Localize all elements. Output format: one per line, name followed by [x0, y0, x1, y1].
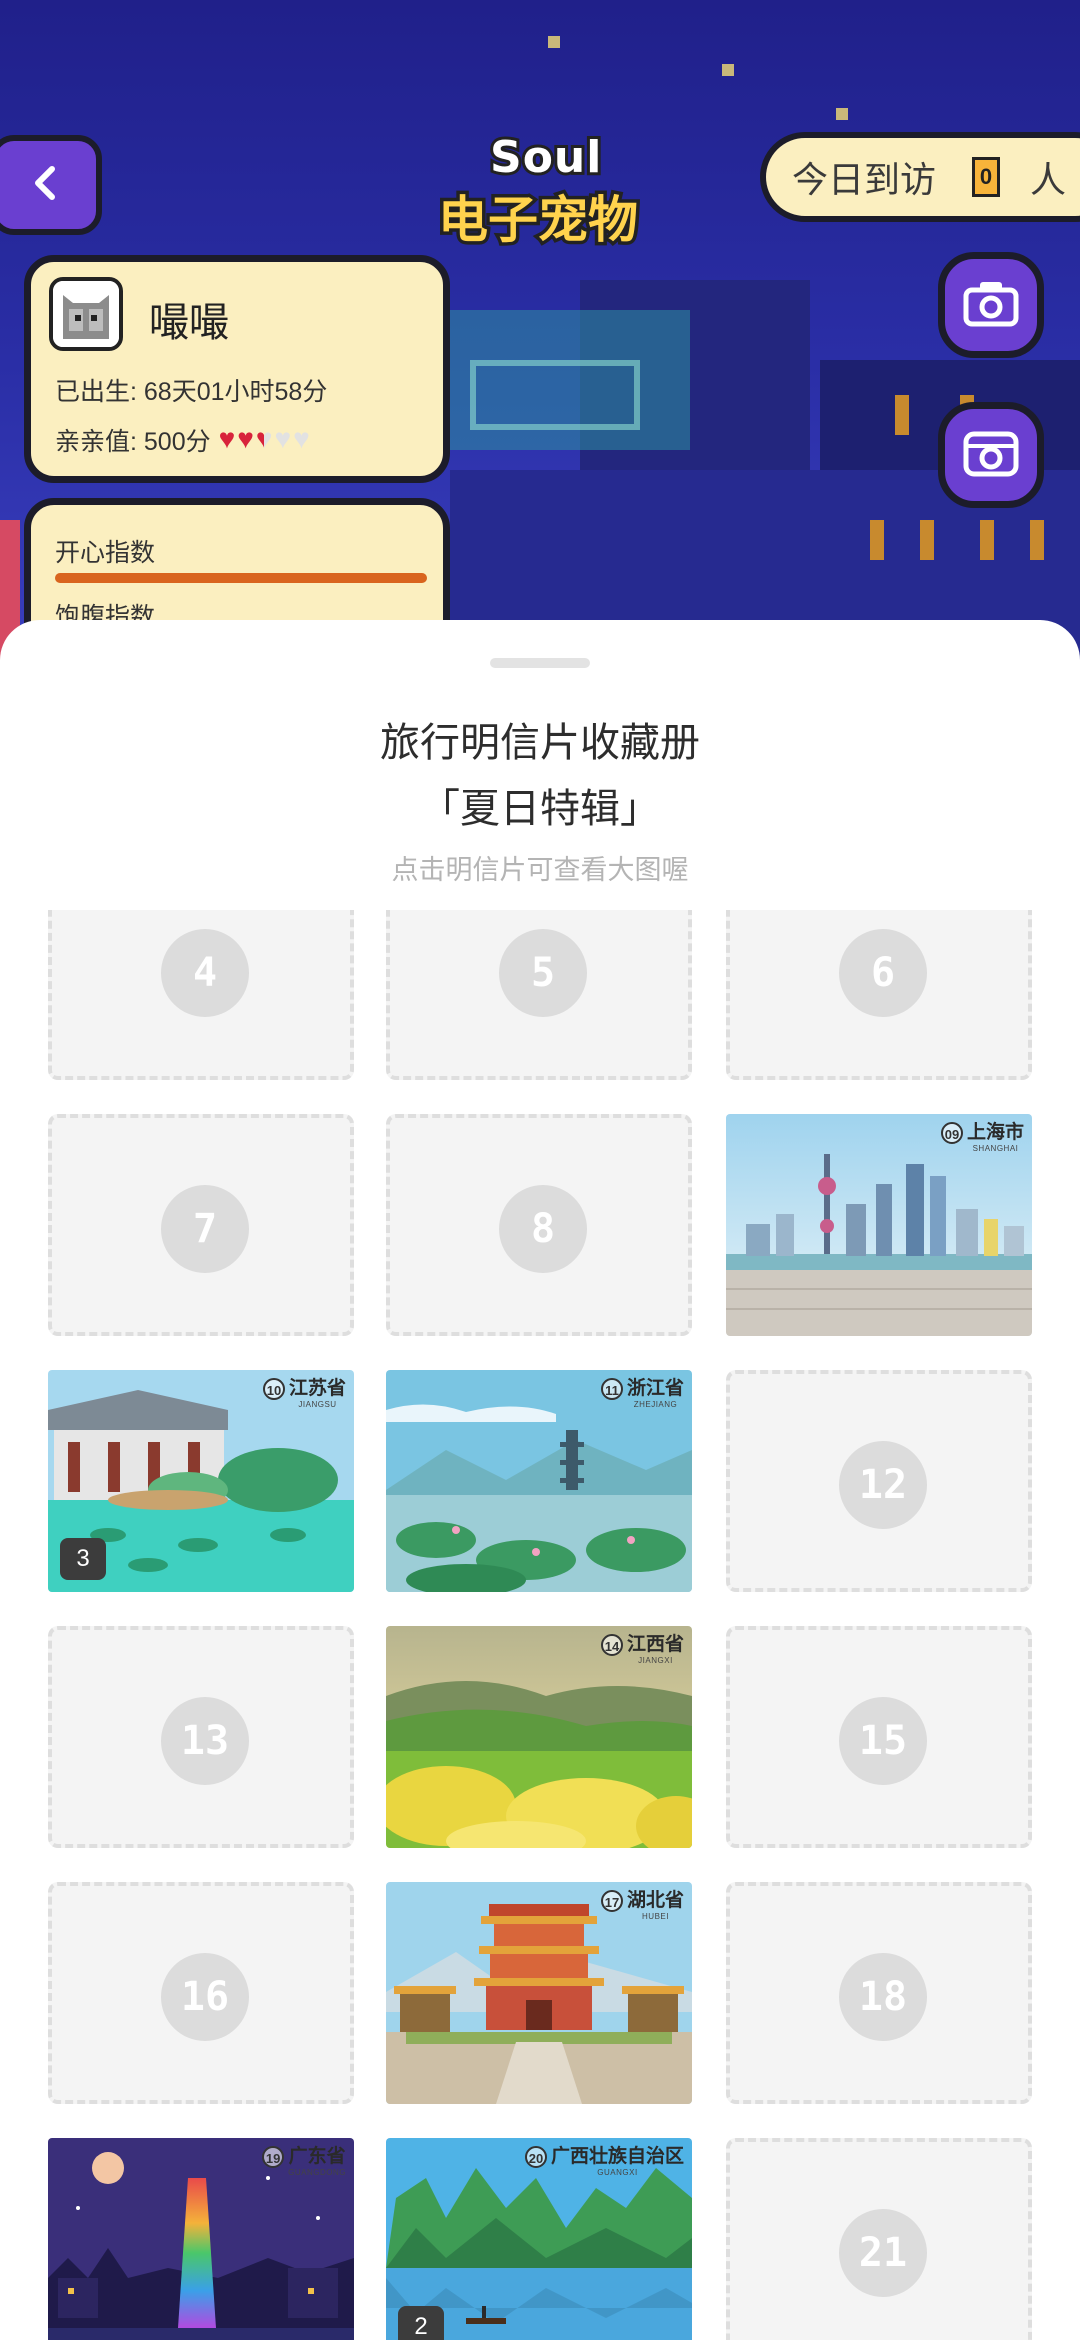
postcard-location-name: 上海市 — [966, 1122, 1024, 1143]
postcard-location-tag: 10 江苏省 JIANGSU — [262, 1378, 346, 1409]
postcard-location-name: 广东省 — [288, 2146, 346, 2167]
postcard-number: 6 — [839, 929, 927, 1017]
camera-button[interactable] — [938, 252, 1044, 358]
postcard-location-name: 江西省 — [626, 1634, 684, 1655]
heart-icon: ♥ — [274, 422, 292, 454]
postcard-number: 10 — [262, 1378, 285, 1400]
postcard-shanghai[interactable]: 09 上海市 SHANGHAI — [726, 1114, 1032, 1336]
postcard-location-tag: 20 广西壮族自治区 GUANGXI — [524, 2146, 684, 2177]
soul-pet-logo: Soul 电子宠物 — [435, 129, 648, 253]
postcard-location-en: GUANGDONG — [288, 2168, 346, 2177]
postcard-number: 4 — [161, 929, 249, 1017]
postcard-location-en: SHANGHAI — [972, 1144, 1019, 1153]
pet-name: 嘬嘬 — [149, 301, 229, 345]
postcard-location-name: 江苏省 — [288, 1378, 346, 1399]
sheet-drag-handle[interactable] — [490, 658, 590, 668]
postcard-number: 12 — [839, 1441, 927, 1529]
sheet-hint: 点击明信片可查看大图喔 — [391, 855, 689, 885]
visitor-count: 0 — [972, 157, 1001, 197]
back-button[interactable] — [0, 135, 102, 235]
pet-affinity: 亲亲值: 500分 ♥♥♥♥♥ — [55, 422, 310, 458]
postcard-number: 17 — [600, 1890, 623, 1912]
pet-avatar — [49, 277, 123, 351]
postcard-slot-empty[interactable]: 13 — [48, 1626, 354, 1848]
postcard-number: 09 — [940, 1122, 963, 1144]
postcard-slot-empty[interactable]: 12 — [726, 1370, 1032, 1592]
postcard-number: 21 — [839, 2209, 927, 2297]
visitor-unit: 人 — [1030, 159, 1067, 200]
postcard-slot-empty[interactable]: 15 — [726, 1626, 1032, 1848]
postcard-number: 18 — [839, 1953, 927, 2041]
postcard-grid[interactable]: 4 5 6 7 8 09 上海市 SHANGHAI 10 江苏省 JIANGSU 3 11 浙江省 Z… — [0, 910, 1080, 2340]
postcard-number: 14 — [600, 1634, 623, 1656]
today-visitors-pill[interactable]: 今日到访 0 人 — [760, 132, 1080, 222]
postcard-slot-empty[interactable]: 16 — [48, 1882, 354, 2104]
logo-text: Soul — [487, 129, 604, 186]
pet-info-card[interactable]: 嘬嘬 已出生: 68天01小时58分 亲亲值: 500分 ♥♥♥♥♥ — [24, 255, 450, 483]
heart-icon: ♥ — [293, 422, 310, 454]
logo-subtitle: 电子宠物 — [435, 188, 642, 253]
postcard-number: 11 — [600, 1378, 623, 1400]
affinity-hearts: ♥♥♥♥♥ — [217, 422, 310, 455]
postcard-location-tag: 19 广东省 GUANGDONG — [262, 2146, 346, 2177]
postcard-number: 8 — [499, 1185, 587, 1273]
postcard-jiangxi[interactable]: 14 江西省 JIANGXI — [386, 1626, 692, 1848]
pet-age: 已出生: 68天01小时58分 — [55, 378, 328, 406]
postcard-count-badge: 3 — [60, 1538, 106, 1580]
visitor-label: 今日到访 — [792, 159, 937, 200]
postcard-location-en: JIANGSU — [298, 1400, 337, 1409]
postcard-jiangsu[interactable]: 10 江苏省 JIANGSU 3 — [48, 1370, 354, 1592]
postcard-number: 20 — [524, 2146, 547, 2168]
postcard-slot-empty[interactable]: 8 — [386, 1114, 692, 1336]
photo-camera-icon — [962, 428, 1020, 483]
postcard-number: 13 — [161, 1697, 249, 1785]
stat-label-happiness: 开心指数 — [55, 539, 156, 567]
affinity-text: 亲亲值: 500分 — [55, 428, 211, 456]
postcard-slot-empty[interactable]: 4 — [48, 910, 354, 1080]
postcard-location-en: GUANGXI — [597, 2168, 638, 2177]
postcard-zhejiang[interactable]: 11 浙江省 ZHEJIANG — [386, 1370, 692, 1592]
postcard-album-sheet: 旅行明信片收藏册 「夏日特辑」 点击明信片可查看大图喔 4 5 6 7 8 09 上海市 S… — [0, 620, 1080, 2340]
camera-icon — [962, 278, 1020, 333]
postcard-number: 19 — [262, 2146, 285, 2168]
postcard-location-en: JIANGXI — [638, 1656, 673, 1665]
postcard-location-en: ZHEJIANG — [633, 1400, 678, 1409]
postcard-location-name: 浙江省 — [626, 1378, 684, 1399]
postcard-slot-empty[interactable]: 5 — [386, 910, 692, 1080]
heart-icon: ♥ — [237, 422, 254, 454]
postcard-location-name: 湖北省 — [626, 1890, 684, 1911]
postcard-count-badge: 2 — [398, 2306, 444, 2340]
postcard-hubei[interactable]: 17 湖北省 HUBEI — [386, 1882, 692, 2104]
postcard-number: 5 — [499, 929, 587, 1017]
happiness-bar-fill — [55, 573, 427, 583]
postcard-location-tag: 14 江西省 JIANGXI — [600, 1634, 684, 1665]
postcard-guangxi[interactable]: 20 广西壮族自治区 GUANGXI 2 — [386, 2138, 692, 2340]
sheet-subtitle: 「夏日特辑」 — [420, 787, 660, 831]
sheet-title: 旅行明信片收藏册 — [380, 721, 700, 765]
happiness-bar — [55, 573, 427, 583]
postcard-number: 16 — [161, 1953, 249, 2041]
album-button[interactable] — [938, 402, 1044, 508]
postcard-slot-empty[interactable]: 7 — [48, 1114, 354, 1336]
postcard-location-en: HUBEI — [642, 1912, 669, 1921]
postcard-location-name: 广西壮族自治区 — [550, 2146, 684, 2167]
postcard-number: 15 — [839, 1697, 927, 1785]
heart-icon: ♥ — [218, 422, 236, 454]
postcard-slot-empty[interactable]: 18 — [726, 1882, 1032, 2104]
postcard-guangdong[interactable]: 19 广东省 GUANGDONG — [48, 2138, 354, 2340]
postcard-location-tag: 17 湖北省 HUBEI — [600, 1890, 684, 1921]
postcard-location-tag: 09 上海市 SHANGHAI — [940, 1122, 1024, 1153]
postcard-number: 7 — [161, 1185, 249, 1273]
heart-icon: ♥ — [255, 422, 273, 454]
postcard-location-tag: 11 浙江省 ZHEJIANG — [600, 1378, 684, 1409]
postcard-slot-empty[interactable]: 6 — [726, 910, 1032, 1080]
postcard-slot-empty[interactable]: 21 — [726, 2138, 1032, 2340]
chevron-left-icon — [26, 163, 66, 208]
